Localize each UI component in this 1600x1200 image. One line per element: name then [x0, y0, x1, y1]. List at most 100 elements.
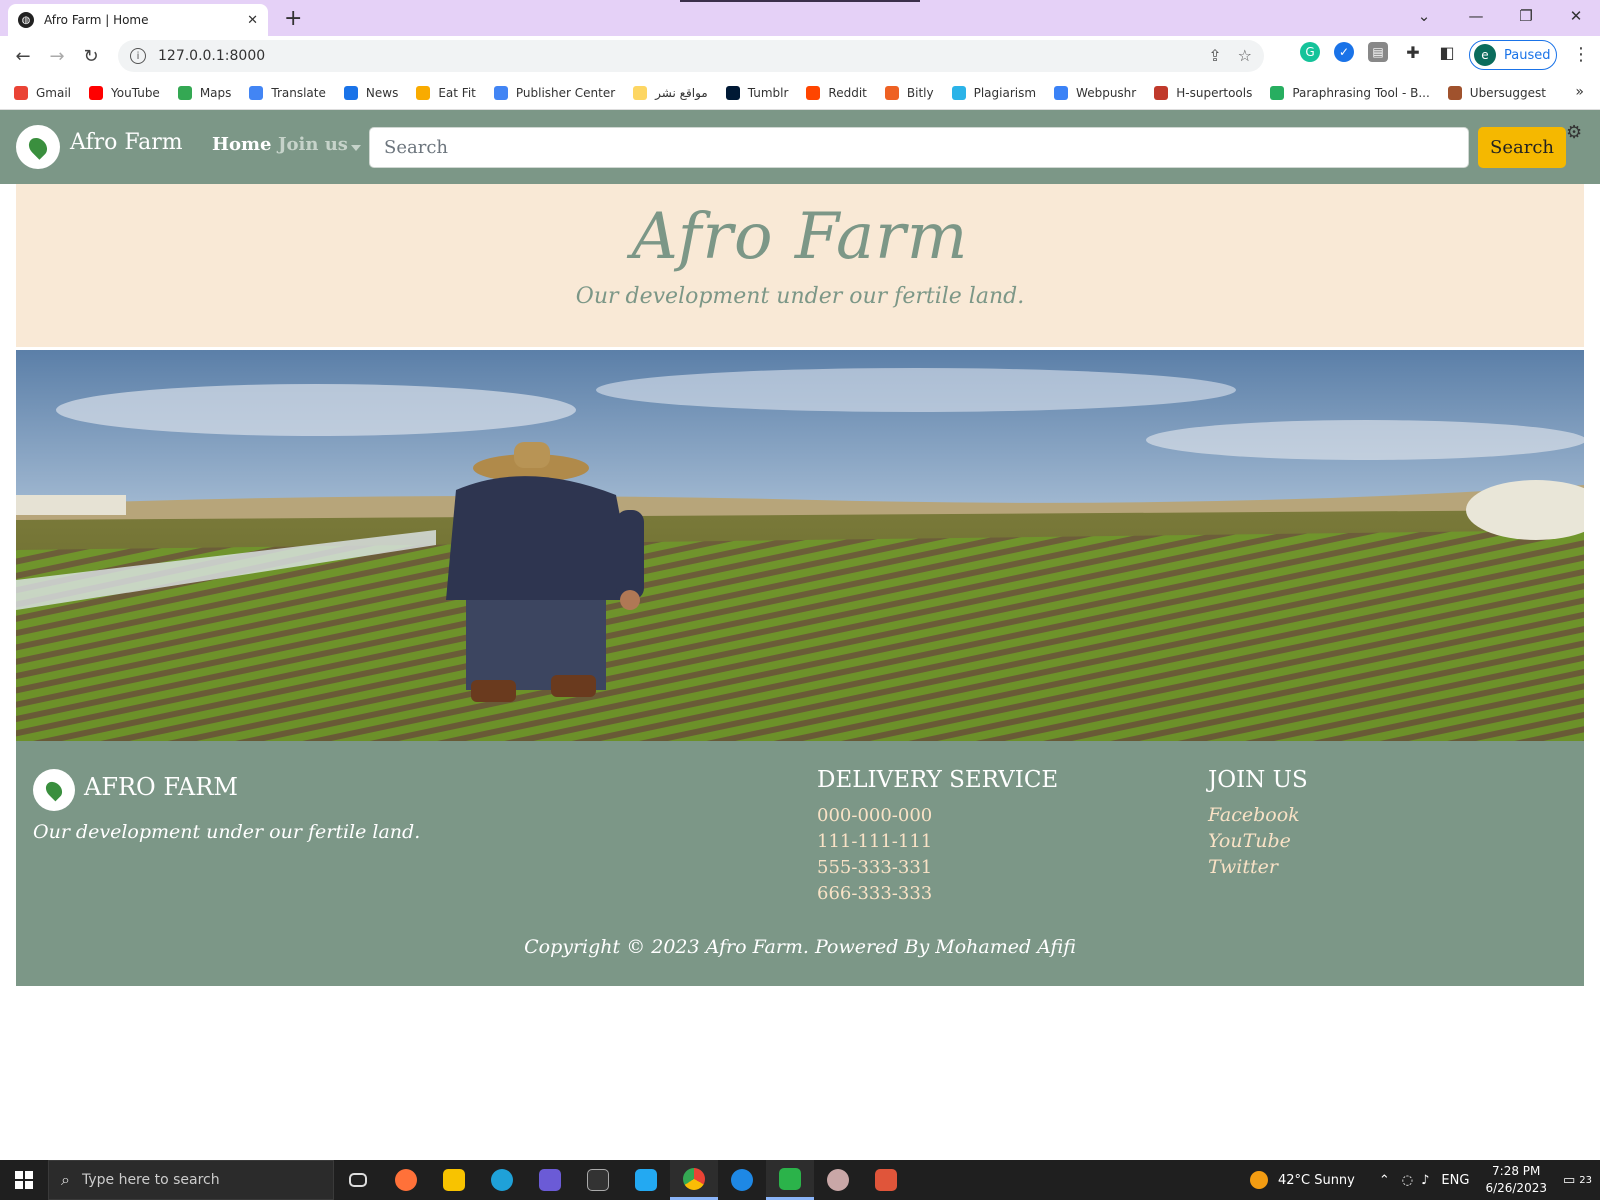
bookmark-item[interactable]: Eat Fit — [416, 85, 476, 100]
avatar: e — [1474, 44, 1496, 66]
volume-icon[interactable]: ♪ — [1421, 1173, 1429, 1188]
search-input[interactable]: Search — [369, 127, 1469, 168]
navbar-brand[interactable]: Afro Farm — [70, 130, 183, 155]
minimize-icon[interactable]: — — [1452, 0, 1500, 32]
bookmark-icon — [1054, 85, 1069, 100]
forward-icon[interactable]: → — [40, 46, 74, 67]
side-panel-icon[interactable]: ◧ — [1437, 42, 1457, 62]
phone-number[interactable]: 666-333-333 — [817, 881, 932, 907]
nav-home-link[interactable]: Home — [212, 134, 272, 155]
start-button[interactable] — [0, 1160, 48, 1200]
bookmark-item[interactable]: Translate — [249, 85, 326, 100]
url-text: 127.0.0.1:8000 — [158, 48, 266, 64]
bookmark-item[interactable]: Plagiarism — [951, 85, 1036, 100]
bookmark-item[interactable]: Maps — [177, 85, 231, 100]
new-tab-icon[interactable]: + — [284, 6, 302, 31]
social-links: Facebook YouTube Twitter — [1208, 802, 1300, 880]
app-icon[interactable] — [526, 1160, 574, 1200]
terminal-icon[interactable] — [574, 1160, 622, 1200]
bookmark-item[interactable]: Bitly — [884, 85, 934, 100]
language-indicator[interactable]: ENG — [1441, 1173, 1469, 1188]
notepad-icon[interactable] — [766, 1160, 814, 1200]
weather-sun-icon — [1249, 1171, 1268, 1189]
phone-number[interactable]: 555-333-331 — [817, 855, 932, 881]
vscode-icon[interactable] — [622, 1160, 670, 1200]
bookmark-item[interactable]: Publisher Center — [493, 85, 615, 100]
bookmark-item[interactable]: H-supertools — [1154, 85, 1253, 100]
site-info-icon[interactable]: i — [130, 48, 146, 64]
phone-number[interactable]: 111-111-111 — [817, 829, 932, 855]
app-icon[interactable] — [718, 1160, 766, 1200]
app-icon[interactable] — [862, 1160, 910, 1200]
bookmark-label: مواقع نشر — [655, 85, 708, 100]
bookmark-item[interactable]: Tumblr — [725, 85, 788, 100]
bookmark-item[interactable]: Reddit — [806, 85, 867, 100]
bookmark-label: Webpushr — [1076, 85, 1137, 100]
profile-button[interactable]: e Paused — [1469, 40, 1557, 70]
share-icon[interactable]: ⇪ — [1208, 46, 1221, 65]
nav-join-dropdown[interactable]: Join us — [278, 134, 348, 155]
address-bar[interactable]: i 127.0.0.1:8000 ⇪ ☆ — [118, 40, 1264, 72]
search-button[interactable]: Search — [1478, 127, 1566, 168]
file-explorer-icon[interactable] — [430, 1160, 478, 1200]
extension-icon[interactable]: ▤ — [1368, 42, 1388, 62]
notification-icon[interactable]: ▭ — [1563, 1173, 1575, 1188]
puzzle-icon[interactable]: ✚ — [1403, 42, 1423, 62]
taskbar-search[interactable]: ⌕ Type here to search — [48, 1160, 334, 1200]
globe-icon: ◍ — [18, 12, 34, 28]
gear-icon[interactable]: ⚙ — [1566, 122, 1582, 143]
grammarly-icon[interactable]: G — [1300, 42, 1320, 62]
footer-brand: AFRO FARM — [84, 773, 238, 801]
profile-status: Paused — [1504, 47, 1551, 63]
bookmarks-overflow-icon[interactable]: » — [1575, 84, 1584, 100]
browser-tab[interactable]: ◍ Afro Farm | Home ✕ — [8, 4, 268, 36]
bookmark-item[interactable]: YouTube — [89, 85, 160, 100]
hero-subtitle: Our development under our fertile land. — [575, 284, 1025, 309]
extension-check-icon[interactable]: ✓ — [1334, 42, 1354, 62]
bookmark-item[interactable]: Gmail — [14, 85, 71, 100]
facebook-link[interactable]: Facebook — [1208, 802, 1300, 828]
reload-icon[interactable]: ↻ — [74, 46, 108, 67]
bookmark-item[interactable]: News — [343, 85, 399, 100]
windows-icon — [15, 1171, 33, 1189]
edge-icon[interactable] — [478, 1160, 526, 1200]
site-logo[interactable] — [16, 125, 60, 169]
app-icon[interactable] — [814, 1160, 862, 1200]
bookmark-icon — [633, 85, 648, 100]
close-tab-icon[interactable]: ✕ — [247, 13, 258, 28]
close-window-icon[interactable]: ✕ — [1552, 0, 1600, 32]
chevron-down-icon[interactable] — [351, 145, 361, 151]
bookmark-icon — [89, 85, 104, 100]
bookmark-item[interactable]: Ubersuggest — [1447, 85, 1546, 100]
bookmark-item[interactable]: Webpushr — [1054, 85, 1137, 100]
clock[interactable]: 7:28 PM 6/26/2023 — [1485, 1163, 1547, 1197]
weather-text[interactable]: 42°C Sunny — [1278, 1173, 1355, 1188]
bookmark-icon — [951, 85, 966, 100]
firefox-icon[interactable] — [382, 1160, 430, 1200]
farmer-field-illustration — [16, 350, 1584, 741]
task-view-icon[interactable] — [334, 1160, 382, 1200]
site-navbar: Afro Farm Home Join us Search Search ⚙ — [0, 110, 1600, 184]
bookmark-icon — [416, 85, 431, 100]
tab-search-icon[interactable]: ⌄ — [1400, 0, 1448, 32]
bookmark-icon — [249, 85, 264, 100]
twitter-link[interactable]: Twitter — [1208, 854, 1300, 880]
chrome-icon[interactable] — [670, 1160, 718, 1200]
bookmark-label: News — [365, 85, 399, 100]
restore-icon[interactable]: ❐ — [1502, 0, 1550, 32]
chevron-up-icon[interactable]: ⌃ — [1379, 1173, 1390, 1188]
more-menu-icon[interactable]: ⋮ — [1572, 44, 1590, 65]
delivery-phone-list: 000-000-000 111-111-111 555-333-331 666-… — [817, 803, 932, 907]
youtube-link[interactable]: YouTube — [1208, 828, 1300, 854]
notification-count: 23 — [1579, 1174, 1592, 1186]
bookmark-item[interactable]: Paraphrasing Tool - B... — [1270, 85, 1430, 100]
bookmark-star-icon[interactable]: ☆ — [1238, 46, 1252, 65]
back-icon[interactable]: ← — [6, 46, 40, 67]
phone-number[interactable]: 000-000-000 — [817, 803, 932, 829]
bookmark-icon — [14, 85, 28, 100]
bookmark-item[interactable]: مواقع نشر — [633, 85, 708, 100]
bookmark-icon — [1270, 85, 1285, 100]
bookmark-label: H-supertools — [1176, 85, 1253, 100]
bookmark-icon — [725, 85, 740, 100]
network-icon[interactable]: ◌ — [1402, 1173, 1413, 1188]
